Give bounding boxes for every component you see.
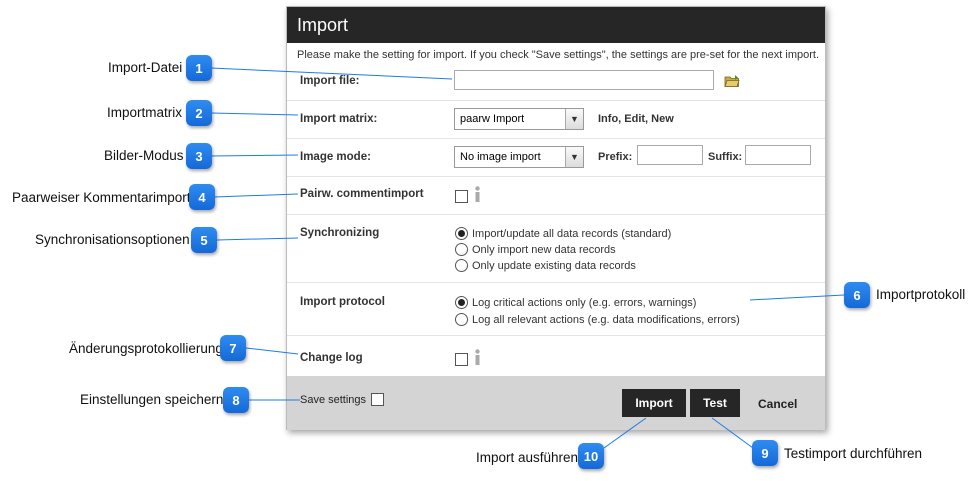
callout-label-3: Bilder-Modus <box>104 148 184 163</box>
import-matrix-label: Import matrix: <box>300 113 378 125</box>
sync-option-2[interactable]: Only import new data records <box>455 243 616 256</box>
callout-badge-2: 2 <box>186 100 212 126</box>
callout-badge-9: 9 <box>752 440 778 466</box>
callout-badge-5: 5 <box>191 227 217 253</box>
callout-label-2: Importmatrix <box>107 105 183 120</box>
sync-option-3[interactable]: Only update existing data records <box>455 259 636 272</box>
import-matrix-select[interactable]: paarw Import ▼ <box>454 108 584 130</box>
callout-badge-8: 8 <box>223 387 249 413</box>
suffix-label: Suffix: <box>708 151 743 163</box>
callout-badge-10: 10 <box>578 443 604 469</box>
dialog-title: Import <box>287 7 825 43</box>
change-log-label: Change log <box>300 352 363 364</box>
info-icon[interactable] <box>473 186 481 204</box>
synchronizing-row: Synchronizing Import/update all data rec… <box>287 215 825 283</box>
sync-option-3-label: Only update existing data records <box>472 259 636 272</box>
callout-label-6: Importprotokoll <box>876 287 966 302</box>
pairwise-row: Pairw. commentimport <box>287 177 825 215</box>
pairwise-checkbox[interactable] <box>455 190 468 203</box>
import-file-input[interactable] <box>454 70 714 90</box>
import-matrix-hint: Info, Edit, New <box>598 113 674 125</box>
prefix-label: Prefix: <box>598 151 633 163</box>
protocol-option-2-label: Log all relevant actions (e.g. data modi… <box>472 313 740 326</box>
import-button[interactable]: Import <box>622 389 686 417</box>
protocol-option-1[interactable]: Log critical actions only (e.g. errors, … <box>455 296 696 309</box>
callout-badge-6: 6 <box>844 282 870 308</box>
suffix-input[interactable] <box>745 145 811 165</box>
chevron-down-icon[interactable]: ▼ <box>565 147 583 167</box>
import-matrix-row: Import matrix: paarw Import ▼ Info, Edit… <box>287 101 825 139</box>
prefix-input[interactable] <box>637 145 703 165</box>
callout-badge-3: 3 <box>186 143 212 169</box>
image-mode-value: No image import <box>460 151 541 163</box>
sync-option-2-label: Only import new data records <box>472 243 616 256</box>
callout-badge-1: 1 <box>186 55 212 81</box>
callout-label-1: Import-Datei <box>108 60 183 75</box>
callout-label-10: Import ausführen <box>476 450 579 465</box>
radio-button-selected[interactable] <box>455 227 468 240</box>
radio-button-selected[interactable] <box>455 296 468 309</box>
save-settings-label: Save settings <box>300 394 367 406</box>
image-mode-row: Image mode: No image import ▼ Prefix: Su… <box>287 139 825 177</box>
folder-open-icon[interactable] <box>724 74 740 88</box>
import-protocol-row: Import protocol Log critical actions onl… <box>287 283 825 336</box>
callout-label-9: Testimport durchführen <box>784 446 923 461</box>
import-dialog: Import Please make the setting for impor… <box>286 6 826 430</box>
protocol-option-2[interactable]: Log all relevant actions (e.g. data modi… <box>455 313 740 326</box>
info-icon[interactable] <box>473 349 481 367</box>
radio-button[interactable] <box>455 259 468 272</box>
dialog-footer: Save settings Import Test Cancel <box>287 376 825 430</box>
image-mode-label: Image mode: <box>300 151 371 163</box>
protocol-option-1-label: Log critical actions only (e.g. errors, … <box>472 296 697 309</box>
chevron-down-icon[interactable]: ▼ <box>565 109 583 129</box>
synchronizing-label: Synchronizing <box>300 227 380 239</box>
radio-button[interactable] <box>455 243 468 256</box>
import-file-label: Import file: <box>300 75 360 87</box>
callout-label-4: Paarweiser Kommentarimport <box>12 190 191 205</box>
import-protocol-label: Import protocol <box>300 296 385 308</box>
callout-badge-7: 7 <box>220 335 246 361</box>
save-settings-checkbox[interactable] <box>371 393 384 406</box>
change-log-checkbox[interactable] <box>455 353 468 366</box>
test-button[interactable]: Test <box>690 389 740 417</box>
callout-label-5: Synchronisationsoptionen <box>35 232 190 247</box>
import-matrix-value: paarw Import <box>460 113 525 125</box>
callout-label-8: Einstellungen speichern <box>80 392 224 407</box>
sync-option-1-label: Import/update all data records (standard… <box>472 227 672 240</box>
radio-button[interactable] <box>455 313 468 326</box>
sync-option-1[interactable]: Import/update all data records (standard… <box>455 227 671 240</box>
change-log-row: Change log <box>287 336 825 376</box>
callout-label-7: Änderungsprotokollierung <box>69 341 223 356</box>
cancel-button[interactable]: Cancel <box>758 397 797 411</box>
pairwise-label: Pairw. commentimport <box>300 188 424 200</box>
callout-badge-4: 4 <box>189 184 215 210</box>
import-file-row: Import file: <box>287 63 825 101</box>
image-mode-select[interactable]: No image import ▼ <box>454 146 584 168</box>
dialog-intro: Please make the setting for import. If y… <box>297 49 820 61</box>
